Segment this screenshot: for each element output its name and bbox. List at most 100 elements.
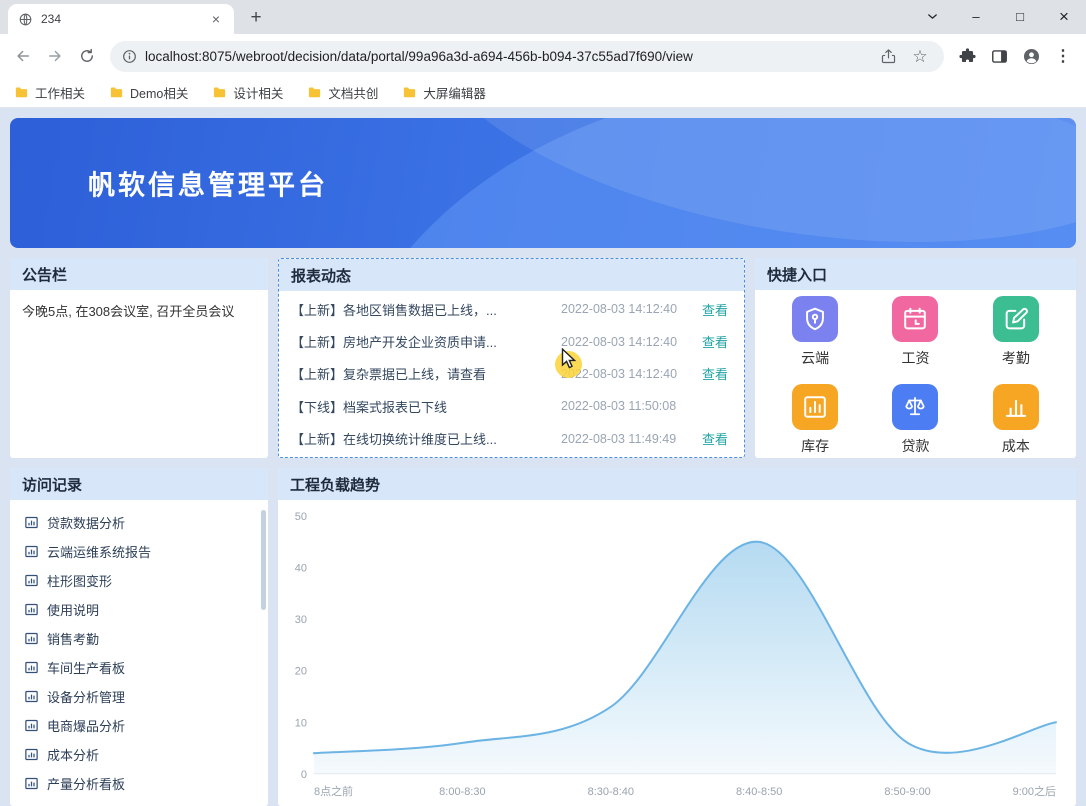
address-bar[interactable]: localhost:8075/webroot/decision/data/por… <box>110 40 944 72</box>
tab-close-icon[interactable]: × <box>208 11 224 27</box>
visit-record-item[interactable]: 产量分析看板 <box>10 769 268 798</box>
news-item-text[interactable]: 【上新】在线切换统计维度已上线... <box>291 429 553 448</box>
maximize-button[interactable]: □ <box>998 0 1042 33</box>
announcement-title: 公告栏 <box>22 266 68 284</box>
bookmarks-bar: 工作相关 Demo相关 设计相关 文档共创 大屏编辑器 <box>0 78 1086 108</box>
visit-history-list: 贷款数据分析 云端运维系统报告 柱形图变形 使用说明 销售考勤 车间生产看板 设… <box>10 500 268 806</box>
bookmark-folder[interactable]: 工作相关 <box>14 83 85 102</box>
page-title: 帆软信息管理平台 <box>88 170 328 201</box>
announcement-header: 公告栏 <box>10 258 268 290</box>
extensions-puzzle-icon[interactable] <box>952 41 982 71</box>
news-title: 报表动态 <box>291 267 352 285</box>
news-item-time: 2022-08-03 14:12:40 <box>561 334 678 349</box>
quick-entry-item[interactable]: 库存 <box>792 384 839 456</box>
quick-entry-item[interactable]: 贷款 <box>892 384 939 456</box>
visit-record-label: 产量分析看板 <box>47 777 126 792</box>
report-icon <box>24 689 39 704</box>
report-icon <box>24 660 39 675</box>
visit-record-label: 使用说明 <box>47 603 100 618</box>
svg-text:8:40-8:50: 8:40-8:50 <box>736 786 782 798</box>
svg-text:8:00-8:30: 8:00-8:30 <box>439 786 485 798</box>
view-link[interactable]: 查看 <box>702 300 732 319</box>
svg-text:20: 20 <box>295 666 307 678</box>
visit-record-label: 云端运维系统报告 <box>47 545 152 560</box>
bookmark-folder[interactable]: 文档共创 <box>307 83 378 102</box>
share-icon[interactable] <box>876 44 900 68</box>
bookmark-folder[interactable]: 设计相关 <box>212 83 283 102</box>
url-text[interactable]: localhost:8075/webroot/decision/data/por… <box>145 49 868 64</box>
site-info-icon[interactable] <box>122 49 137 64</box>
news-item[interactable]: 【下线】档案式报表已下线 2022-08-03 11:50:08 <box>291 390 732 422</box>
close-button[interactable]: × <box>1042 0 1086 33</box>
svg-text:40: 40 <box>295 563 307 575</box>
news-item-text[interactable]: 【上新】各地区销售数据已上线，... <box>291 300 553 319</box>
quick-entry-item[interactable]: 工资 <box>892 296 939 368</box>
tab-search-chevron-icon[interactable] <box>910 0 954 33</box>
bookmark-folder[interactable]: 大屏编辑器 <box>402 83 486 102</box>
report-icon <box>24 544 39 559</box>
svg-text:8点之前: 8点之前 <box>314 784 353 798</box>
folder-icon <box>14 85 29 100</box>
bookmark-star-icon[interactable]: ☆ <box>908 44 932 68</box>
visit-record-item[interactable]: 销售考勤 <box>10 624 268 653</box>
scrollbar-thumb[interactable] <box>261 510 266 610</box>
news-item[interactable]: 【上新】在线切换统计维度已上线... 2022-08-03 11:49:49 查… <box>291 423 732 455</box>
quick-entry-item[interactable]: 成本 <box>992 384 1039 456</box>
bookmark-folder[interactable]: Demo相关 <box>109 83 188 102</box>
loan-scales-icon <box>901 393 929 421</box>
visit-history-header: 访问记录 <box>10 468 268 500</box>
news-item-text[interactable]: 【下线】档案式报表已下线 <box>291 397 553 416</box>
news-item[interactable]: 【上新】复杂票据已上线，请查看 2022-08-03 14:12:40 查看 <box>291 358 732 390</box>
bookmark-label: 大屏编辑器 <box>423 87 486 101</box>
news-item-time: 2022-08-03 14:12:40 <box>561 366 678 381</box>
back-button[interactable] <box>8 41 38 71</box>
bookmark-label: 设计相关 <box>233 87 284 101</box>
report-icon <box>24 776 39 791</box>
inventory-chart-icon <box>801 393 829 421</box>
report-icon <box>24 747 39 762</box>
profile-avatar-icon[interactable] <box>1016 41 1046 71</box>
quick-entry-label: 云端 <box>801 350 830 366</box>
visit-record-label: 成本分析 <box>47 748 100 763</box>
report-icon <box>24 631 39 646</box>
forward-button[interactable] <box>40 41 70 71</box>
visit-record-item[interactable]: 电商爆品分析 <box>10 711 268 740</box>
new-tab-button[interactable]: + <box>242 4 270 32</box>
visit-record-item[interactable]: 云端运维系统报告 <box>10 537 268 566</box>
visit-record-label: 电商爆品分析 <box>47 719 126 734</box>
news-item-text[interactable]: 【上新】房地产开发企业资质申请... <box>291 332 553 351</box>
quick-entry-panel: 快捷入口 云端 工资 考勤 库存 贷款 成本 <box>755 258 1076 458</box>
view-link[interactable]: 查看 <box>702 364 732 383</box>
area-chart-svg: 0 10 20 30 40 50 8点之前 8:00-8:30 8:30-8:40 8:40-8:… <box>295 511 1057 798</box>
refresh-button[interactable] <box>72 41 102 71</box>
news-panel[interactable]: 报表动态 【上新】各地区销售数据已上线，... 2022-08-03 14:12… <box>278 258 745 458</box>
view-link[interactable]: 查看 <box>702 429 732 448</box>
visit-record-item[interactable]: 车间生产看板 <box>10 653 268 682</box>
news-header: 报表动态 <box>279 259 744 291</box>
load-trend-header: 工程负载趋势 <box>278 468 1076 500</box>
menu-kebab-icon[interactable]: ⋮ <box>1048 41 1078 71</box>
visit-record-label: 柱形图变形 <box>47 574 113 589</box>
visit-record-item[interactable]: 成本分析 <box>10 740 268 769</box>
view-link[interactable]: 查看 <box>702 332 732 351</box>
svg-text:8:50-9:00: 8:50-9:00 <box>884 786 930 798</box>
svg-text:10: 10 <box>295 717 307 729</box>
banner: 帆软信息管理平台 <box>10 118 1076 248</box>
quick-entry-item[interactable]: 考勤 <box>992 296 1039 368</box>
news-list: 【上新】各地区销售数据已上线，... 2022-08-03 14:12:40 查… <box>279 291 744 457</box>
minimize-button[interactable]: – <box>954 0 998 33</box>
salary-calendar-icon <box>901 305 929 333</box>
quick-entry-item[interactable]: 云端 <box>792 296 839 368</box>
news-item[interactable]: 【上新】房地产开发企业资质申请... 2022-08-03 14:12:40 查… <box>291 326 732 358</box>
news-item-text[interactable]: 【上新】复杂票据已上线，请查看 <box>291 364 553 383</box>
attendance-edit-icon <box>1002 305 1030 333</box>
visit-record-item[interactable]: 设备分析管理 <box>10 682 268 711</box>
visit-record-item[interactable]: 使用说明 <box>10 595 268 624</box>
folder-icon <box>109 85 124 100</box>
cost-chart-icon <box>1002 393 1030 421</box>
visit-record-item[interactable]: 柱形图变形 <box>10 566 268 595</box>
news-item[interactable]: 【上新】各地区销售数据已上线，... 2022-08-03 14:12:40 查… <box>291 293 732 325</box>
browser-tab[interactable]: 234 × <box>8 4 234 34</box>
visit-record-item[interactable]: 贷款数据分析 <box>10 508 268 537</box>
side-panel-icon[interactable] <box>984 41 1014 71</box>
